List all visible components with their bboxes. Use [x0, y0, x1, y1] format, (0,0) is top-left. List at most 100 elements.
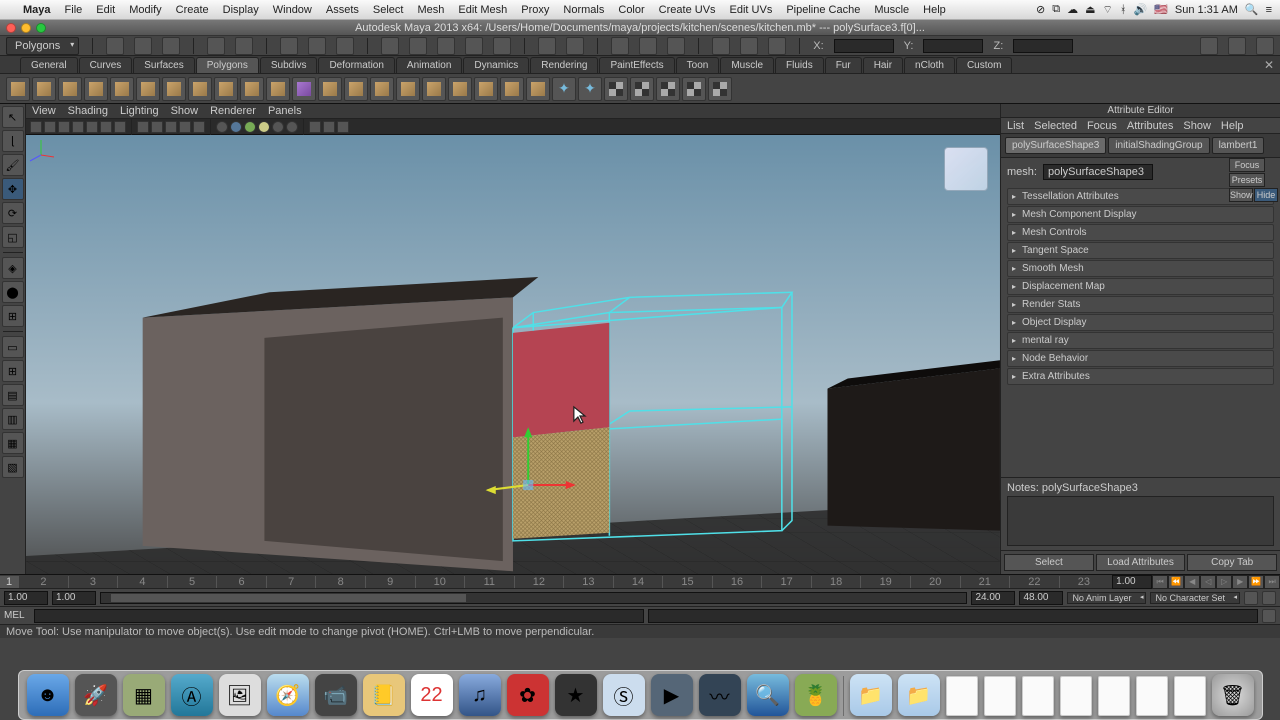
- menu-window[interactable]: Window: [266, 4, 319, 16]
- coord-x-field[interactable]: [834, 39, 894, 53]
- dropbox-icon[interactable]: ⧉: [1052, 3, 1060, 16]
- undo-icon[interactable]: [207, 37, 225, 55]
- vp-icon[interactable]: [193, 121, 205, 133]
- mode-dropdown[interactable]: Polygons: [6, 37, 79, 55]
- redo-icon[interactable]: [235, 37, 253, 55]
- poly-cube-icon[interactable]: [32, 77, 56, 101]
- vp-panels[interactable]: Panels: [268, 105, 302, 117]
- scale-tool[interactable]: ◱: [2, 226, 24, 248]
- cyl-uv-icon[interactable]: [656, 77, 680, 101]
- spotlight-icon[interactable]: 🔍: [1245, 3, 1259, 16]
- soft-mod-tool[interactable]: ⬤: [2, 281, 24, 303]
- attr-section[interactable]: Mesh Controls: [1007, 224, 1274, 241]
- snap-plane-icon[interactable]: [465, 37, 483, 55]
- cmd-label[interactable]: MEL: [4, 610, 30, 621]
- select-mode-icon[interactable]: [280, 37, 298, 55]
- attr-section[interactable]: mental ray: [1007, 332, 1274, 349]
- menu-select[interactable]: Select: [366, 4, 411, 16]
- layer-icon[interactable]: [768, 37, 786, 55]
- hide-button[interactable]: Hide: [1254, 188, 1278, 202]
- go-start-icon[interactable]: ⏮: [1152, 575, 1168, 589]
- bridge-icon[interactable]: [500, 77, 524, 101]
- downloads-folder-icon[interactable]: 📁: [850, 674, 892, 716]
- finder-icon[interactable]: ☻: [27, 674, 69, 716]
- coord-y-field[interactable]: [923, 39, 983, 53]
- attr-section[interactable]: Smooth Mesh: [1007, 260, 1274, 277]
- menu-proxy[interactable]: Proxy: [514, 4, 556, 16]
- menu-assets[interactable]: Assets: [319, 4, 366, 16]
- browser-icon[interactable]: 🔍: [747, 674, 789, 716]
- platonic-icon[interactable]: [292, 77, 316, 101]
- persp-graph-icon[interactable]: ▥: [2, 408, 24, 430]
- range-start-field[interactable]: [4, 591, 48, 605]
- snap-live-icon[interactable]: [493, 37, 511, 55]
- dock-file-icon[interactable]: [1098, 676, 1130, 716]
- handbrake-icon[interactable]: 🍍: [795, 674, 837, 716]
- attr-section[interactable]: Extra Attributes: [1007, 368, 1274, 385]
- attr-tab-sg[interactable]: initialShadingGroup: [1108, 137, 1209, 154]
- viewport-3d[interactable]: [26, 135, 1000, 574]
- vp-lighting[interactable]: Lighting: [120, 105, 159, 117]
- auto-uv-icon[interactable]: [708, 77, 732, 101]
- persp-outliner-icon[interactable]: ▤: [2, 384, 24, 406]
- snap-curve-icon[interactable]: [409, 37, 427, 55]
- quicktime-icon[interactable]: ▶: [651, 674, 693, 716]
- attr-menu-attributes[interactable]: Attributes: [1127, 120, 1173, 132]
- append-icon[interactable]: [526, 77, 550, 101]
- show-manip-tool[interactable]: ⊞: [2, 305, 24, 327]
- maya-icon[interactable]: 〰: [699, 674, 741, 716]
- combine-icon[interactable]: [318, 77, 342, 101]
- playback-end-field[interactable]: [971, 591, 1015, 605]
- attr-section[interactable]: Displacement Map: [1007, 278, 1274, 295]
- construction-history-icon[interactable]: [566, 37, 584, 55]
- extrude-icon[interactable]: [474, 77, 498, 101]
- vp-icon[interactable]: [100, 121, 112, 133]
- poly-pyramid-icon[interactable]: [188, 77, 212, 101]
- tab-hair[interactable]: Hair: [863, 57, 903, 73]
- hypershade-icon[interactable]: ▦: [2, 432, 24, 454]
- planar-uv-icon[interactable]: [630, 77, 654, 101]
- status-icon[interactable]: ⊘: [1036, 3, 1045, 16]
- skype-icon[interactable]: Ⓢ: [603, 674, 645, 716]
- attr-section[interactable]: Render Stats: [1007, 296, 1274, 313]
- menu-create-uvs[interactable]: Create UVs: [652, 4, 723, 16]
- attr-section[interactable]: Mesh Component Display: [1007, 206, 1274, 223]
- iphoto-icon[interactable]: ✿: [507, 674, 549, 716]
- attr-toggle-icon[interactable]: [1228, 37, 1246, 55]
- safari-icon[interactable]: 🧭: [267, 674, 309, 716]
- imovie-icon[interactable]: ★: [555, 674, 597, 716]
- tab-rendering[interactable]: Rendering: [530, 57, 598, 73]
- separate-icon[interactable]: [344, 77, 368, 101]
- contacts-icon[interactable]: 📒: [363, 674, 405, 716]
- vp-icon[interactable]: [286, 121, 298, 133]
- menu-normals[interactable]: Normals: [556, 4, 611, 16]
- bluetooth-icon[interactable]: ᚼ: [1120, 4, 1127, 16]
- tab-fur[interactable]: Fur: [825, 57, 862, 73]
- channel-icon[interactable]: [740, 37, 758, 55]
- four-view-icon[interactable]: ⊞: [2, 360, 24, 382]
- lasso-tool[interactable]: ɭ: [2, 130, 24, 152]
- show-button[interactable]: Show: [1229, 188, 1253, 202]
- trash-icon[interactable]: 🗑: [1212, 674, 1254, 716]
- tab-animation[interactable]: Animation: [396, 57, 462, 73]
- menu-pipeline-cache[interactable]: Pipeline Cache: [779, 4, 867, 16]
- vp-icon[interactable]: [323, 121, 335, 133]
- menu-create[interactable]: Create: [169, 4, 216, 16]
- select-tool[interactable]: ↖: [2, 106, 24, 128]
- new-scene-icon[interactable]: [106, 37, 124, 55]
- input-line-icon[interactable]: [712, 37, 730, 55]
- range-bar[interactable]: [100, 592, 967, 604]
- character-set-dropdown[interactable]: No Character Set: [1150, 592, 1240, 604]
- step-back-icon[interactable]: ⏪: [1168, 575, 1184, 589]
- mesh-field[interactable]: [1043, 164, 1153, 180]
- step-fwd-icon[interactable]: ⏩: [1248, 575, 1264, 589]
- menu-file[interactable]: File: [58, 4, 90, 16]
- time-slider[interactable]: 1 234567891011121314151617181920212223 ⏮…: [0, 574, 1280, 588]
- zoom-button[interactable]: [36, 23, 46, 33]
- vp-icon[interactable]: [114, 121, 126, 133]
- single-persp-icon[interactable]: ▭: [2, 336, 24, 358]
- menu-display[interactable]: Display: [216, 4, 266, 16]
- facetime-icon[interactable]: 📹: [315, 674, 357, 716]
- play-back-icon[interactable]: ◁: [1200, 575, 1216, 589]
- tab-ncloth[interactable]: nCloth: [904, 57, 955, 73]
